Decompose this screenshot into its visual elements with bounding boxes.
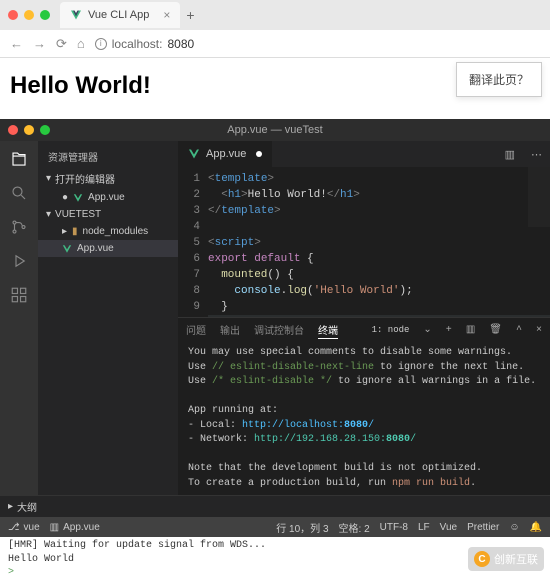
status-bar: ⎇ vue ▥ App.vue 行 10，列 3 空格: 2 UTF-8 LF … (0, 517, 550, 537)
sidebar-title: 资源管理器 (38, 145, 178, 168)
split-terminal-icon[interactable]: ▥ (466, 324, 475, 336)
url-host: localhost: (112, 37, 163, 51)
status-encoding[interactable]: UTF-8 (380, 522, 408, 533)
window-controls (8, 125, 50, 135)
status-spaces[interactable]: 空格: 2 (339, 520, 370, 535)
status-lang[interactable]: Vue (440, 522, 457, 533)
chevron-down-icon: ▾ (46, 209, 51, 220)
info-icon[interactable]: i (95, 38, 107, 50)
vue-icon (70, 9, 82, 21)
close-window-icon[interactable] (8, 10, 18, 20)
translate-prompt[interactable]: 翻译此页？ (456, 62, 542, 97)
status-file[interactable]: ▥ App.vue (50, 522, 100, 533)
page-content: Hello World! 翻译此页？ (0, 58, 550, 114)
forward-icon[interactable]: → (33, 36, 46, 51)
vue-icon (62, 244, 72, 254)
chevron-right-icon: ▸ (8, 501, 13, 512)
explorer-sidebar: 资源管理器 ▾打开的编辑器 ● App.vue ▾VUETEST ▸ ▮ nod… (38, 141, 178, 495)
panel-tab-output[interactable]: 输出 (220, 322, 240, 338)
panel-tabs: 问题 输出 调试控制台 终端 1: node ⌄ + ▥ 🗑 ^ × (178, 318, 550, 342)
console-prompt: > (8, 567, 14, 578)
open-editor-item[interactable]: ● App.vue (38, 189, 178, 206)
minimize-window-icon[interactable] (24, 10, 34, 20)
notifications-icon[interactable]: 🔔 (530, 522, 542, 533)
dirty-indicator: ● (62, 192, 68, 203)
bottom-panel: 问题 输出 调试控制台 终端 1: node ⌄ + ▥ 🗑 ^ × You m… (178, 317, 550, 495)
close-window-icon[interactable] (8, 125, 18, 135)
terminal-output[interactable]: You may use special comments to disable … (178, 342, 550, 495)
url-display[interactable]: i localhost: 8080 (95, 37, 194, 51)
more-actions-icon[interactable]: ⋯ (523, 148, 550, 161)
maximize-window-icon[interactable] (40, 10, 50, 20)
close-panel-icon[interactable]: × (536, 325, 542, 336)
file-item[interactable]: App.vue (38, 240, 178, 257)
browser-window: Vue CLI App × + ← → ⟳ ⌂ i localhost: 8080… (0, 0, 550, 114)
panel-tab-terminal[interactable]: 终端 (318, 322, 338, 339)
outline-section[interactable]: ▸大纲 (0, 495, 550, 517)
vue-icon (188, 148, 200, 160)
line-gutter: 1234567891011 (178, 171, 208, 317)
editor-tab[interactable]: App.vue (178, 141, 273, 167)
chevron-down-icon[interactable]: ⌄ (423, 324, 431, 336)
console-line: [HMR] Waiting for update signal from WDS… (8, 539, 542, 553)
explorer-icon[interactable] (9, 149, 29, 169)
new-tab-button[interactable]: + (186, 7, 194, 23)
close-tab-icon[interactable]: × (163, 8, 170, 22)
browser-tabstrip: Vue CLI App × + (0, 0, 550, 30)
browser-tab[interactable]: Vue CLI App × (60, 2, 180, 28)
window-title: App.vue — vueTest (227, 124, 322, 136)
panel-tab-debug[interactable]: 调试控制台 (254, 322, 304, 338)
folder-item[interactable]: ▸ ▮ node_modules (38, 223, 178, 240)
source-control-icon[interactable] (9, 217, 29, 237)
url-port: 8080 (167, 37, 194, 51)
code-lines[interactable]: <template> <h1>Hello World!</h1></templa… (208, 171, 550, 317)
status-prettier[interactable]: Prettier (467, 522, 499, 533)
maximize-panel-icon[interactable]: ^ (516, 325, 522, 336)
home-icon[interactable]: ⌂ (77, 36, 85, 51)
project-section[interactable]: ▾VUETEST (38, 206, 178, 223)
code-editor[interactable]: 1234567891011 <template> <h1>Hello World… (178, 167, 550, 317)
maximize-window-icon[interactable] (40, 125, 50, 135)
terminal-selector[interactable]: 1: node (372, 325, 410, 335)
editor-area: App.vue ▥ ⋯ 1234567891011 <template> <h1… (178, 141, 550, 495)
vscode-titlebar: App.vue — vueTest (0, 119, 550, 141)
status-cursor[interactable]: 行 10，列 3 (276, 520, 328, 535)
watermark: C创新互联 (468, 547, 544, 571)
modified-indicator (256, 151, 262, 157)
address-bar: ← → ⟳ ⌂ i localhost: 8080 (0, 30, 550, 58)
search-icon[interactable] (9, 183, 29, 203)
minimap[interactable] (528, 167, 550, 227)
minimize-window-icon[interactable] (24, 125, 34, 135)
extensions-icon[interactable] (9, 285, 29, 305)
split-editor-icon[interactable]: ▥ (497, 148, 523, 161)
new-terminal-icon[interactable]: + (446, 325, 452, 336)
status-branch[interactable]: ⎇ vue (8, 522, 40, 533)
status-eol[interactable]: LF (418, 522, 430, 533)
folder-icon: ▮ (72, 226, 78, 237)
debug-icon[interactable] (9, 251, 29, 271)
vue-icon (73, 193, 83, 203)
trash-icon[interactable]: 🗑 (489, 324, 502, 336)
feedback-icon[interactable]: ☺ (509, 522, 519, 533)
editor-tabs: App.vue ▥ ⋯ (178, 141, 550, 167)
panel-tab-problems[interactable]: 问题 (186, 322, 206, 338)
tab-title: Vue CLI App (88, 9, 149, 21)
chevron-down-icon: ▾ (46, 173, 51, 184)
reload-icon[interactable]: ⟳ (56, 36, 67, 52)
chevron-right-icon: ▸ (62, 226, 67, 237)
back-icon[interactable]: ← (10, 36, 23, 51)
window-controls (8, 10, 50, 20)
vscode-window: App.vue — vueTest 资源管理器 ▾打开的编辑器 ● App.vu… (0, 119, 550, 537)
open-editors-section[interactable]: ▾打开的编辑器 (38, 168, 178, 189)
console-line: Hello World (8, 553, 542, 567)
activity-bar (0, 141, 38, 495)
